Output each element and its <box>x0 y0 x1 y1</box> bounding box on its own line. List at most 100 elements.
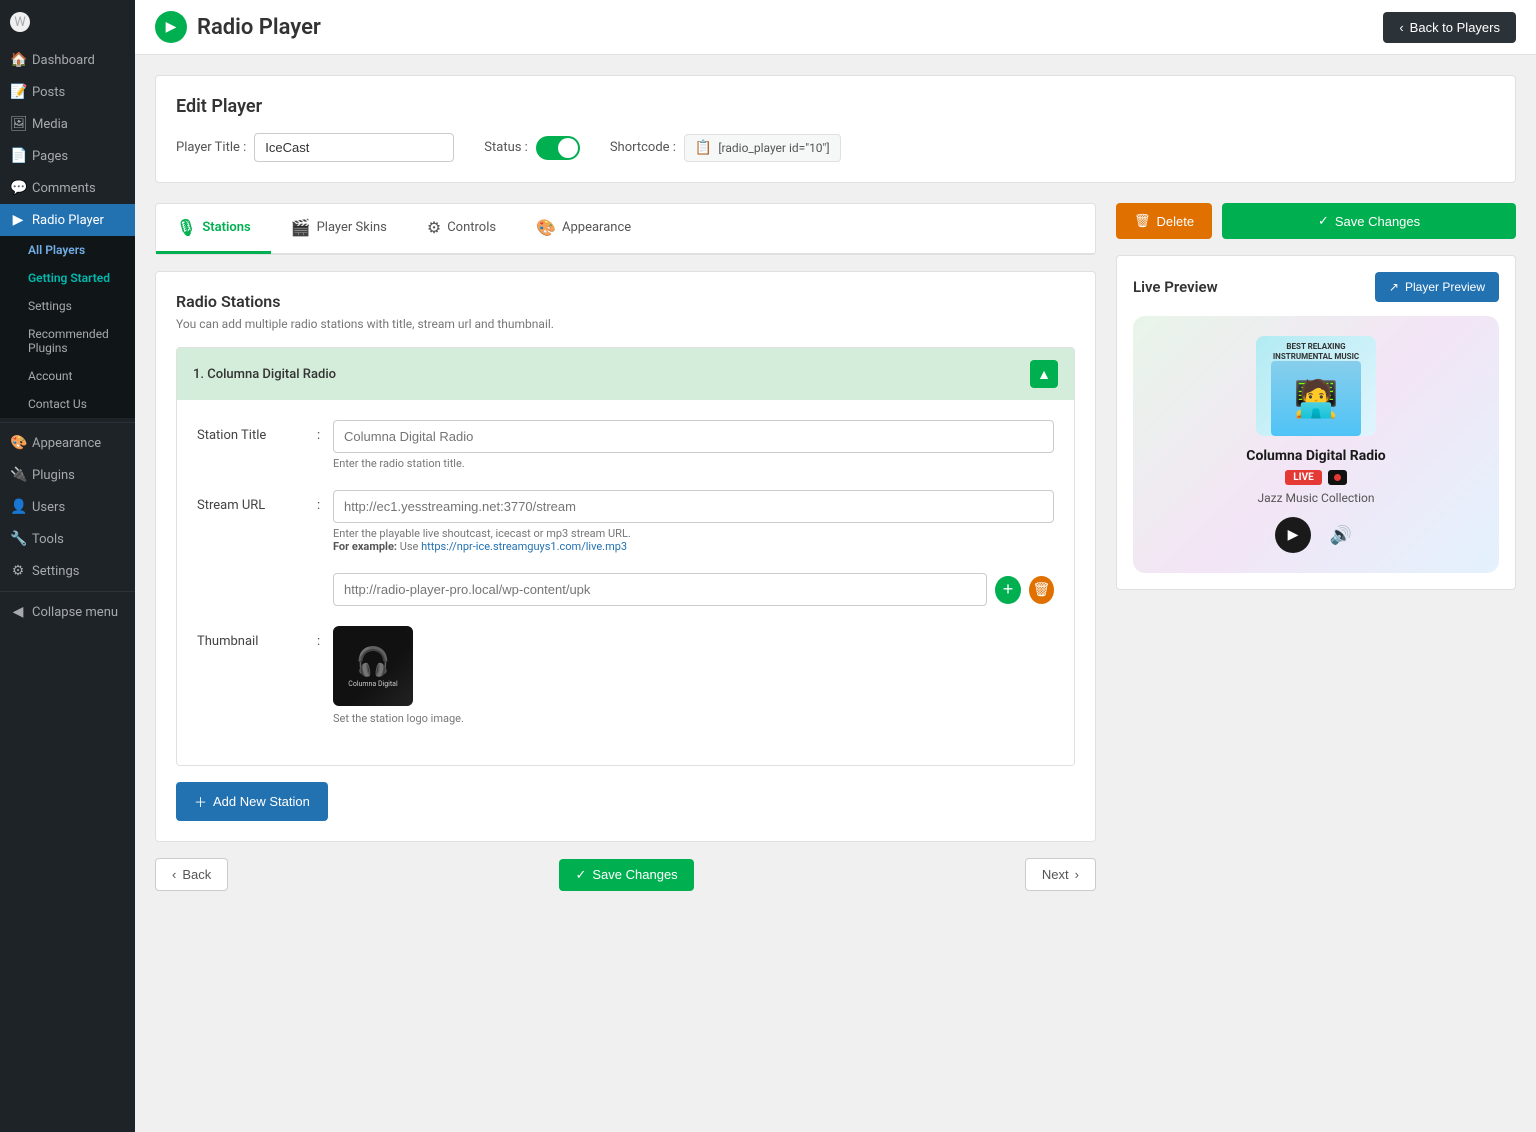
stream-url-input[interactable] <box>333 490 1054 523</box>
stream-url-field-content: Enter the playable live shoutcast, iceca… <box>333 490 1054 553</box>
station-title-input[interactable] <box>333 420 1054 453</box>
sidebar: W 🏠 Dashboard 📝 Posts 🖼 Media 📄 Pages 💬 … <box>0 0 135 1132</box>
live-preview-card: Live Preview ↗ Player Preview BEST RELAX… <box>1116 255 1516 590</box>
thumbnail-inner: 🎧 Columna Digital <box>333 626 413 706</box>
back-chevron-icon: ‹ <box>1399 20 1403 35</box>
status-toggle[interactable] <box>536 136 580 160</box>
sidebar-divider-2 <box>0 591 135 592</box>
station-title-label: Station Title <box>197 420 317 443</box>
shortcode-box[interactable]: 📋 [radio_player id="10"] <box>684 134 841 162</box>
player-preview-button[interactable]: ↗ Player Preview <box>1375 272 1499 302</box>
submenu-all-players[interactable]: All Players <box>0 236 135 264</box>
external-link-icon: ↗ <box>1389 280 1399 294</box>
add-new-station-button[interactable]: ＋ Add New Station <box>176 782 328 821</box>
station-header-title: 1. Columna Digital Radio <box>193 367 336 382</box>
sidebar-item-comments[interactable]: 💬 Comments <box>0 172 135 204</box>
submenu-contact-us[interactable]: Contact Us <box>0 390 135 418</box>
sidebar-item-media[interactable]: 🖼 Media <box>0 108 135 140</box>
thumbnail-hint: Set the station logo image. <box>333 712 1054 725</box>
sidebar-item-settings[interactable]: ⚙ Settings <box>0 555 135 587</box>
submenu-getting-started[interactable]: Getting Started <box>0 264 135 292</box>
dashboard-icon: 🏠 <box>10 52 26 68</box>
sidebar-divider <box>0 422 135 423</box>
album-art-text: BEST RELAXING INSTRUMENTAL MUSIC <box>1262 342 1370 361</box>
sidebar-item-label: Collapse menu <box>32 605 118 620</box>
add-image-button[interactable]: + <box>995 576 1020 604</box>
station-header[interactable]: 1. Columna Digital Radio ▲ <box>177 348 1074 400</box>
thumbnail-station-label: Columna Digital <box>348 680 397 688</box>
comments-icon: 💬 <box>10 180 26 196</box>
delete-button[interactable]: 🗑 Delete <box>1116 203 1212 239</box>
sidebar-item-label: Media <box>32 117 68 132</box>
controls-tab-icon: ⚙ <box>427 218 441 237</box>
sidebar-item-dashboard[interactable]: 🏠 Dashboard <box>0 44 135 76</box>
tab-appearance[interactable]: 🎨 Appearance <box>516 204 651 254</box>
play-button[interactable]: ▶ <box>1275 517 1311 553</box>
sidebar-item-appearance[interactable]: 🎨 Appearance <box>0 427 135 459</box>
player-badges: LIVE <box>1153 470 1479 485</box>
stream-url-field: Stream URL : Enter the playable live sho… <box>197 490 1054 553</box>
plus-icon: ＋ <box>194 792 207 811</box>
thumbnail-field-content: 🎧 Columna Digital Set the station logo i… <box>333 626 1054 725</box>
submenu-settings[interactable]: Settings <box>0 292 135 320</box>
sidebar-item-plugins[interactable]: 🔌 Plugins <box>0 459 135 491</box>
player-station-name: Columna Digital Radio <box>1153 448 1479 464</box>
thumbnail-field: Thumbnail : 🎧 Columna Digital <box>197 626 1054 725</box>
recording-badge <box>1328 470 1347 485</box>
stream-url-example-link[interactable]: https://npr-ice.streamguys1.com/live.mp3 <box>421 540 627 553</box>
checkmark-icon: ✓ <box>1318 213 1329 229</box>
topbar: ▶ Radio Player ‹ Back to Players <box>135 0 1536 55</box>
remove-image-button[interactable]: 🗑 <box>1029 576 1054 604</box>
edit-player-card: Edit Player Player Title : Status : Shor… <box>155 75 1516 183</box>
radio-player-submenu: All Players Getting Started Settings Rec… <box>0 236 135 418</box>
tab-controls[interactable]: ⚙ Controls <box>407 204 516 254</box>
sidebar-item-label: Posts <box>32 85 65 100</box>
tab-stations[interactable]: 🎙 Stations <box>156 204 271 254</box>
appearance-tab-icon: 🎨 <box>536 218 556 237</box>
save-changes-button[interactable]: ✓ Save Changes <box>1222 203 1516 239</box>
sidebar-item-posts[interactable]: 📝 Posts <box>0 76 135 108</box>
stream-url-label: Stream URL <box>197 490 317 513</box>
main-area: ▶ Radio Player ‹ Back to Players Edit Pl… <box>135 0 1536 1132</box>
sidebar-item-label: Radio Player <box>32 213 104 228</box>
sidebar-item-label: Appearance <box>32 436 101 451</box>
topbar-left: ▶ Radio Player <box>155 11 321 43</box>
back-button[interactable]: ‹ Back <box>155 858 228 891</box>
radio-player-logo-icon: ▶ <box>155 11 187 43</box>
player-controls: ▶ 🔊 <box>1153 517 1479 553</box>
album-art-person: 🧑‍💻 <box>1271 361 1361 436</box>
example-label: For example: <box>333 540 397 553</box>
volume-button[interactable]: 🔊 <box>1325 519 1357 551</box>
sidebar-item-label: Tools <box>32 532 64 547</box>
submenu-recommended-plugins[interactable]: Recommended Plugins <box>0 320 135 362</box>
thumbnail-url-field-content: + 🗑 <box>333 573 1054 606</box>
two-col-layout: 🎙 Stations 🎬 Player Skins ⚙ Controls <box>155 203 1516 907</box>
live-badge: LIVE <box>1285 470 1322 485</box>
posts-icon: 📝 <box>10 84 26 100</box>
station-collapse-chevron[interactable]: ▲ <box>1030 360 1058 388</box>
next-button[interactable]: Next › <box>1025 858 1096 891</box>
media-icon: 🖼 <box>10 116 26 132</box>
submenu-account[interactable]: Account <box>0 362 135 390</box>
side-column: 🗑 Delete ✓ Save Changes Live Preview ↗ <box>1116 203 1516 907</box>
sidebar-item-users[interactable]: 👤 Users <box>0 491 135 523</box>
sidebar-item-tools[interactable]: 🔧 Tools <box>0 523 135 555</box>
thumbnail-preview[interactable]: 🎧 Columna Digital <box>333 626 413 706</box>
trash-icon: 🗑 <box>1134 213 1151 229</box>
bottom-save-changes-button[interactable]: ✓ Save Changes <box>559 859 693 891</box>
player-title-input[interactable] <box>254 133 454 162</box>
shortcode-value: [radio_player id="10"] <box>718 141 829 155</box>
live-preview-header: Live Preview ↗ Player Preview <box>1133 272 1499 302</box>
thumbnail-url-field: + 🗑 <box>197 573 1054 606</box>
live-preview-title: Live Preview <box>1133 278 1218 296</box>
sidebar-item-radio-player[interactable]: ▶ Radio Player <box>0 204 135 236</box>
player-album-art: BEST RELAXING INSTRUMENTAL MUSIC 🧑‍💻 <box>1256 336 1376 436</box>
rec-dot-icon <box>1334 474 1341 481</box>
sidebar-item-pages[interactable]: 📄 Pages <box>0 140 135 172</box>
sidebar-item-collapse[interactable]: ◀ Collapse menu <box>0 596 135 628</box>
back-to-players-button[interactable]: ‹ Back to Players <box>1383 12 1516 43</box>
status-label: Status : <box>484 140 528 155</box>
thumbnail-url-input[interactable] <box>333 573 987 606</box>
station-accordion: 1. Columna Digital Radio ▲ Station Title… <box>176 347 1075 766</box>
tab-player-skins[interactable]: 🎬 Player Skins <box>271 204 407 254</box>
